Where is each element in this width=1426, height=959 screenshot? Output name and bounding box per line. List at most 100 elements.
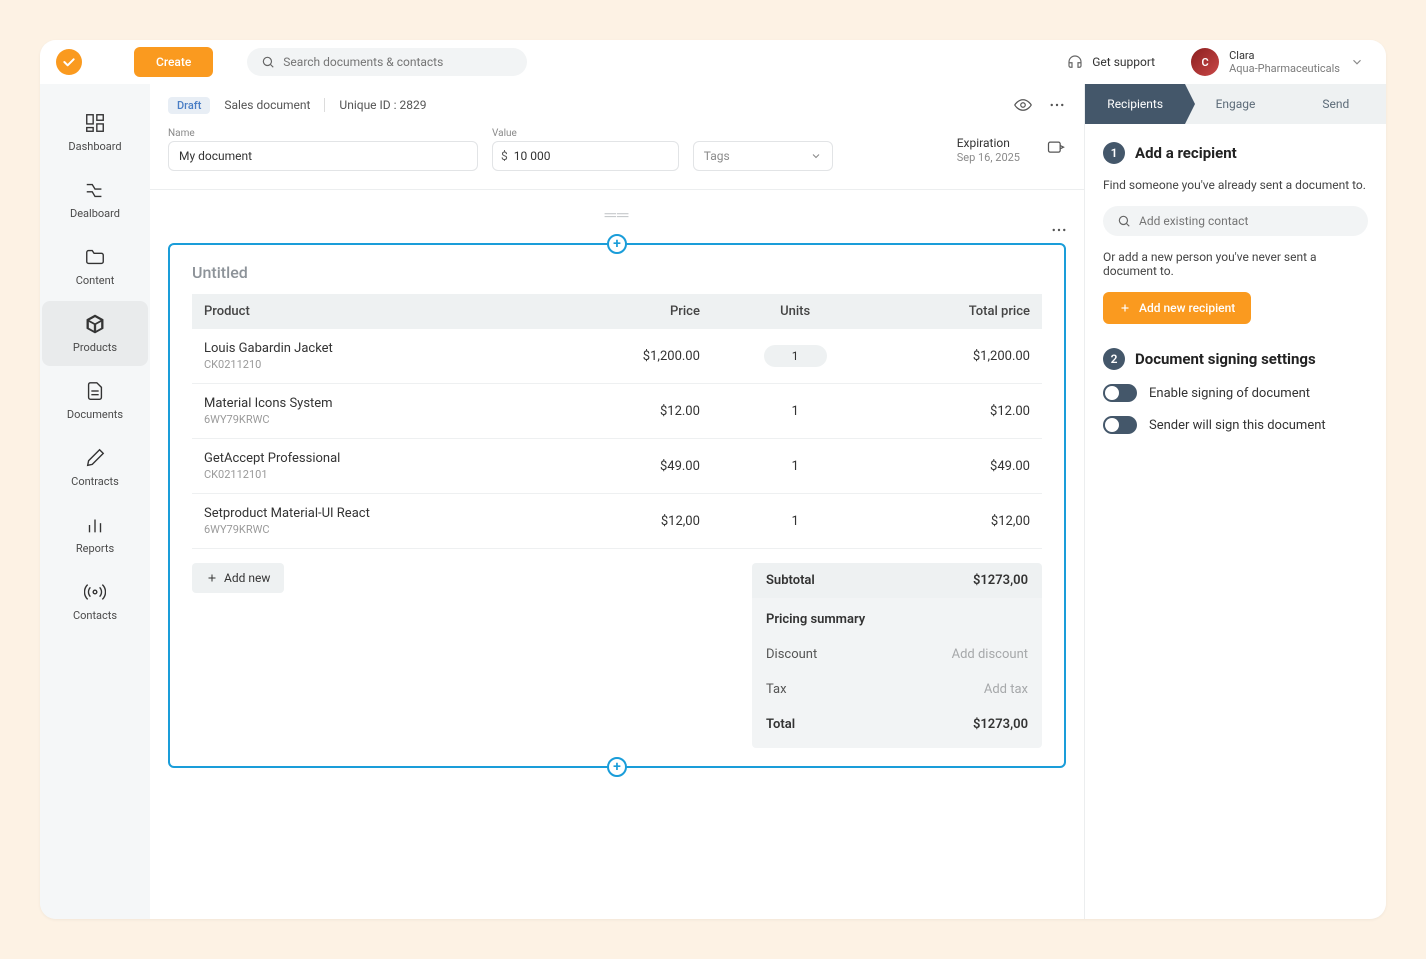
pricing-summary: Subtotal $1273,00 Pricing summary Discou… [752, 563, 1042, 748]
product-name: GetAccept Professional [204, 451, 544, 466]
support-label: Get support [1092, 55, 1155, 69]
chevron-down-icon [1350, 55, 1364, 69]
product-units[interactable]: 1 [712, 439, 878, 494]
add-tax-button[interactable]: Add tax [984, 682, 1028, 697]
sidebar-item-dealboard[interactable]: Dealboard [42, 167, 148, 232]
tags-select[interactable]: Tags [693, 141, 833, 171]
signature-icon[interactable] [1046, 138, 1066, 162]
support-button[interactable]: Get support [1056, 47, 1165, 77]
step-send[interactable]: Send [1286, 84, 1386, 124]
add-block-below-button[interactable]: + [607, 757, 627, 777]
product-card: + + Untitled Product Price Units Total p… [168, 243, 1066, 768]
total-value: $1273,00 [973, 717, 1028, 732]
contact-search-input[interactable] [1139, 214, 1354, 228]
user-name: Clara [1229, 49, 1340, 62]
avatar: C [1191, 48, 1219, 76]
pricing-header: Pricing summary [766, 612, 865, 627]
sidebar-item-label: Documents [67, 408, 123, 421]
eye-icon[interactable] [1014, 96, 1032, 114]
main-content: Draft Sales document Unique ID : 2829 Na… [150, 84, 1084, 919]
toggle-label: Sender will sign this document [1149, 418, 1326, 433]
table-row[interactable]: GetAccept ProfessionalCK02112101$49.001$… [192, 439, 1042, 494]
add-block-above-button[interactable]: + [607, 234, 627, 254]
toggle-enable-signing: Enable signing of document [1103, 384, 1368, 402]
step-recipients[interactable]: Recipients [1085, 84, 1185, 124]
drag-grip[interactable]: ══ [168, 202, 1066, 233]
product-sku: CK0211210 [204, 358, 544, 371]
toggle-label: Enable signing of document [1149, 386, 1310, 401]
product-price: $1,200.00 [556, 329, 712, 384]
product-total: $49.00 [878, 439, 1042, 494]
add-new-product-button[interactable]: Add new [192, 563, 284, 593]
toggle-switch[interactable] [1103, 384, 1137, 402]
toggle-switch[interactable] [1103, 416, 1137, 434]
step-engage[interactable]: Engage [1185, 84, 1285, 124]
sidebar-item-documents[interactable]: Documents [42, 368, 148, 433]
product-name: Setproduct Material-UI React [204, 506, 544, 521]
dealboard-icon [84, 179, 106, 201]
create-button[interactable]: Create [134, 47, 213, 77]
pen-icon [84, 447, 106, 469]
sidebar-item-label: Dashboard [68, 140, 121, 153]
product-units[interactable]: 1 [712, 494, 878, 549]
product-units[interactable]: 1 [712, 329, 878, 384]
unique-id-label: Unique ID : 2829 [339, 98, 426, 112]
separator [324, 98, 325, 112]
table-row[interactable]: Setproduct Material-UI React6WY79KRWC$12… [192, 494, 1042, 549]
value-input[interactable] [514, 142, 670, 170]
table-row[interactable]: Material Icons System6WY79KRWC$12.001$12… [192, 384, 1042, 439]
add-new-label: Add new [224, 571, 270, 585]
sidebar-item-reports[interactable]: Reports [42, 502, 148, 567]
or-text: Or add a new person you've never sent a … [1103, 250, 1368, 278]
step-number: 1 [1103, 142, 1125, 164]
sidebar-item-content[interactable]: Content [42, 234, 148, 299]
card-title[interactable]: Untitled [192, 263, 1042, 282]
product-name: Louis Gabardin Jacket [204, 341, 544, 356]
user-org: Aqua-Pharmaceuticals [1229, 62, 1340, 75]
field-label: Name [168, 128, 478, 139]
sidebar-item-contacts[interactable]: Contacts [42, 569, 148, 634]
add-recipient-button[interactable]: Add new recipient [1103, 292, 1251, 324]
search-input[interactable] [283, 55, 513, 69]
doc-meta-bar: Draft Sales document Unique ID : 2829 [150, 84, 1084, 114]
sidebar: Dashboard Dealboard Content Products Doc… [40, 84, 150, 919]
subtotal-value: $1273,00 [973, 573, 1028, 588]
product-units[interactable]: 1 [712, 384, 878, 439]
box-icon [84, 313, 106, 335]
name-input[interactable] [168, 141, 478, 171]
folder-icon [84, 246, 106, 268]
card-menu-button[interactable] [1050, 221, 1068, 243]
step-number: 2 [1103, 348, 1125, 370]
search-icon [1117, 214, 1131, 228]
product-total: $12.00 [878, 384, 1042, 439]
discount-label: Discount [766, 647, 817, 662]
user-menu[interactable]: C Clara Aqua-Pharmaceuticals [1181, 44, 1374, 80]
more-icon[interactable] [1048, 96, 1066, 114]
section-title: Add a recipient [1135, 144, 1237, 162]
right-panel: Recipients Engage Send 1 Add a recipient… [1084, 84, 1386, 919]
sidebar-item-label: Dealboard [70, 207, 120, 220]
product-sku: 6WY79KRWC [204, 413, 544, 426]
headset-icon [1066, 53, 1084, 71]
sidebar-item-label: Contacts [73, 609, 117, 622]
col-units: Units [712, 294, 878, 329]
table-row[interactable]: Louis Gabardin Jacket CK0211210 $1,200.001… [192, 329, 1042, 384]
add-discount-button[interactable]: Add discount [952, 647, 1028, 662]
col-total: Total price [878, 294, 1042, 329]
app-logo[interactable] [56, 49, 82, 75]
global-search[interactable] [247, 48, 527, 76]
tax-label: Tax [766, 682, 787, 697]
contact-search[interactable] [1103, 206, 1368, 236]
plus-icon [1119, 302, 1131, 314]
doc-type-label: Sales document [224, 98, 310, 112]
tags-field: Tags Tags [693, 128, 833, 171]
tags-placeholder: Tags [704, 149, 730, 163]
product-sku: CK02112101 [204, 468, 544, 481]
sidebar-item-contracts[interactable]: Contracts [42, 435, 148, 500]
field-label: Value [492, 128, 679, 139]
currency-symbol: $ [501, 149, 514, 163]
sidebar-item-dashboard[interactable]: Dashboard [42, 100, 148, 165]
user-text: Clara Aqua-Pharmaceuticals [1229, 49, 1340, 75]
sidebar-item-label: Contracts [71, 475, 119, 488]
sidebar-item-products[interactable]: Products [42, 301, 148, 366]
